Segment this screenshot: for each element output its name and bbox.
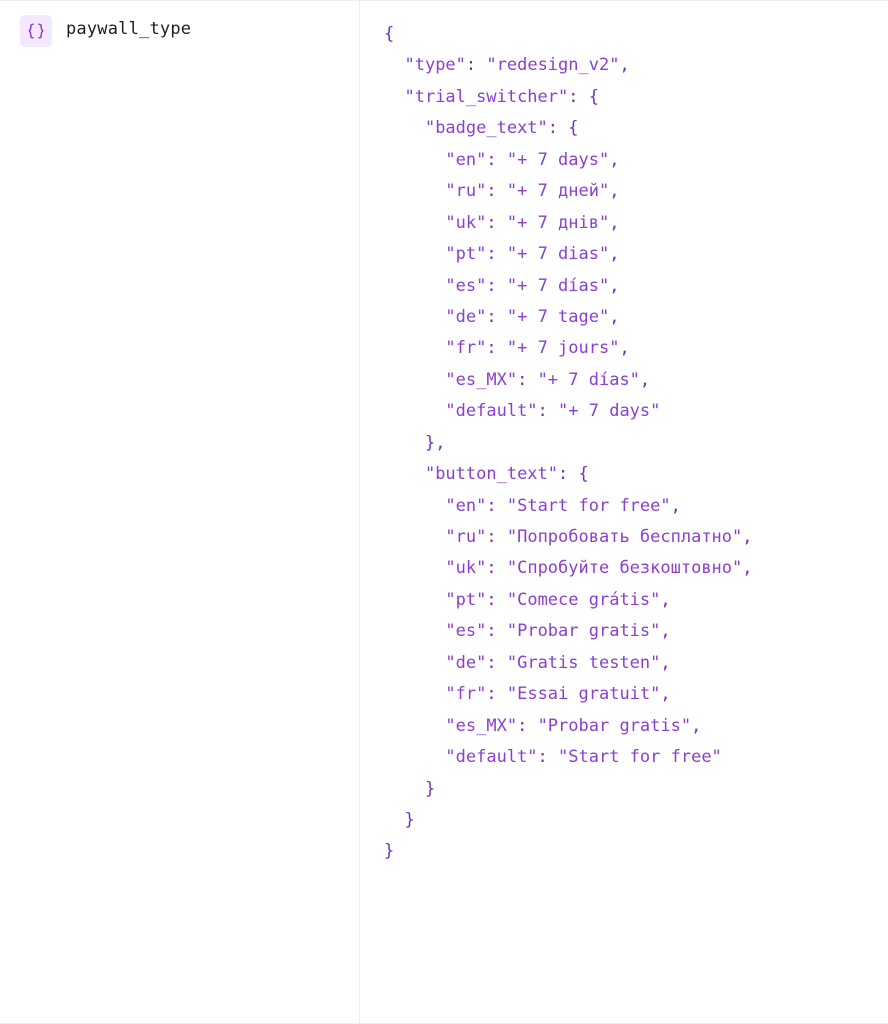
config-value-json[interactable]: { "type": "redesign_v2", "trial_switcher… [360, 1, 888, 1023]
config-row: paywall_type { "type": "redesign_v2", "t… [0, 0, 888, 1024]
type-icon-cell [0, 1, 60, 1023]
config-key: paywall_type [60, 1, 360, 1023]
braces-icon [20, 15, 52, 47]
